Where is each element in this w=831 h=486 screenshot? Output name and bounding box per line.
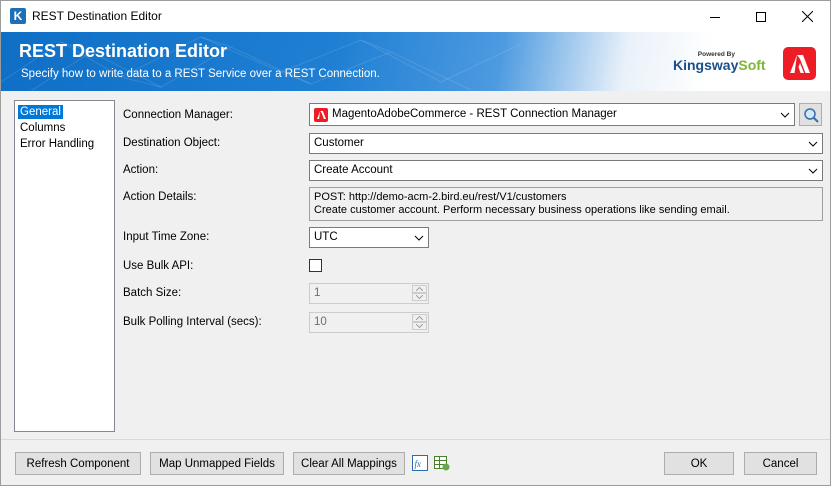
minimize-button[interactable] [692,1,738,32]
close-icon [801,11,813,22]
input-time-zone-label: Input Time Zone: [123,231,210,243]
input-time-zone-dropdown[interactable]: UTC [309,227,429,248]
connection-manager-value: MagentoAdobeCommerce - REST Connection M… [332,108,617,120]
magnifier-icon [803,107,819,123]
footer-divider [1,439,830,440]
adobe-connection-icon [314,108,328,122]
action-dropdown[interactable]: Create Account [309,160,823,181]
chevron-down-icon [808,168,818,174]
header-banner: REST Destination Editor Specify how to w… [1,32,830,91]
action-details-description: Create customer account. Perform necessa… [314,204,730,216]
connection-manager-dropdown[interactable]: MagentoAdobeCommerce - REST Connection M… [309,103,795,126]
refresh-component-button[interactable]: Refresh Component [15,452,141,475]
title-bar: K REST Destination Editor [1,1,830,32]
svg-text:fx: fx [415,459,422,469]
action-label: Action: [123,164,159,176]
logo-brand: Kingsway [673,57,739,73]
minimize-icon [710,16,720,18]
kingswaysoft-app-icon: K [10,8,26,24]
destination-object-dropdown[interactable]: Customer [309,133,823,154]
maximize-button[interactable] [738,1,784,32]
expression-fx-button[interactable]: fx [412,455,428,471]
page-nav-list: General Columns Error Handling [14,100,115,432]
lookup-button[interactable] [799,103,822,126]
maximize-icon [756,11,766,22]
logo-wordmark: KingswaySoft [673,57,766,73]
bulk-polling-interval-spinner [412,314,427,331]
destination-object-label: Destination Object: [123,137,221,149]
grid-settings-icon [434,456,450,471]
chevron-down-icon [414,235,424,241]
logo-brand-suffix: Soft [738,57,766,73]
window-title: REST Destination Editor [32,9,162,23]
action-details-endpoint: POST: http://demo-acm-2.bird.eu/rest/V1/… [314,191,567,203]
use-bulk-api-label: Use Bulk API: [123,260,194,272]
clear-all-mappings-button[interactable]: Clear All Mappings [293,452,405,475]
bulk-polling-interval-stepper[interactable]: 10 [309,312,429,333]
ok-button[interactable]: OK [664,452,734,475]
bulk-polling-interval-label: Bulk Polling Interval (secs): [123,316,262,328]
destination-object-value: Customer [314,137,364,149]
close-button[interactable] [784,1,830,32]
spin-down-icon[interactable] [412,322,427,330]
batch-size-label: Batch Size: [123,287,182,299]
nav-item-general[interactable]: General [18,105,63,119]
adobe-logo-icon [783,47,816,80]
spin-down-icon[interactable] [412,293,427,301]
action-value: Create Account [314,164,393,176]
use-bulk-api-checkbox[interactable] [309,259,322,272]
input-time-zone-value: UTC [314,231,338,243]
banner-subtitle: Specify how to write data to a REST Serv… [21,68,380,80]
action-details-box: POST: http://demo-acm-2.bird.eu/rest/V1/… [309,187,823,221]
kingswaysoft-logo: Powered By KingswaySoft [673,47,766,77]
batch-size-spinner [412,285,427,302]
nav-item-columns[interactable]: Columns [18,121,67,135]
editor-window: K REST Destination Editor REST Destinati… [0,0,831,486]
spin-up-icon[interactable] [412,314,427,322]
bulk-polling-interval-value: 10 [314,316,327,328]
fx-icon: fx [412,455,428,471]
banner-title: REST Destination Editor [19,41,228,61]
cancel-button[interactable]: Cancel [744,452,817,475]
batch-size-value: 1 [314,287,321,299]
spin-up-icon[interactable] [412,285,427,293]
batch-size-stepper[interactable]: 1 [309,283,429,304]
action-details-label: Action Details: [123,191,197,203]
map-unmapped-fields-button[interactable]: Map Unmapped Fields [150,452,284,475]
chevron-down-icon [780,112,790,118]
nav-item-error-handling[interactable]: Error Handling [18,137,96,151]
connection-manager-label: Connection Manager: [123,109,233,121]
mapping-grid-button[interactable] [434,455,450,471]
chevron-down-icon [808,141,818,147]
